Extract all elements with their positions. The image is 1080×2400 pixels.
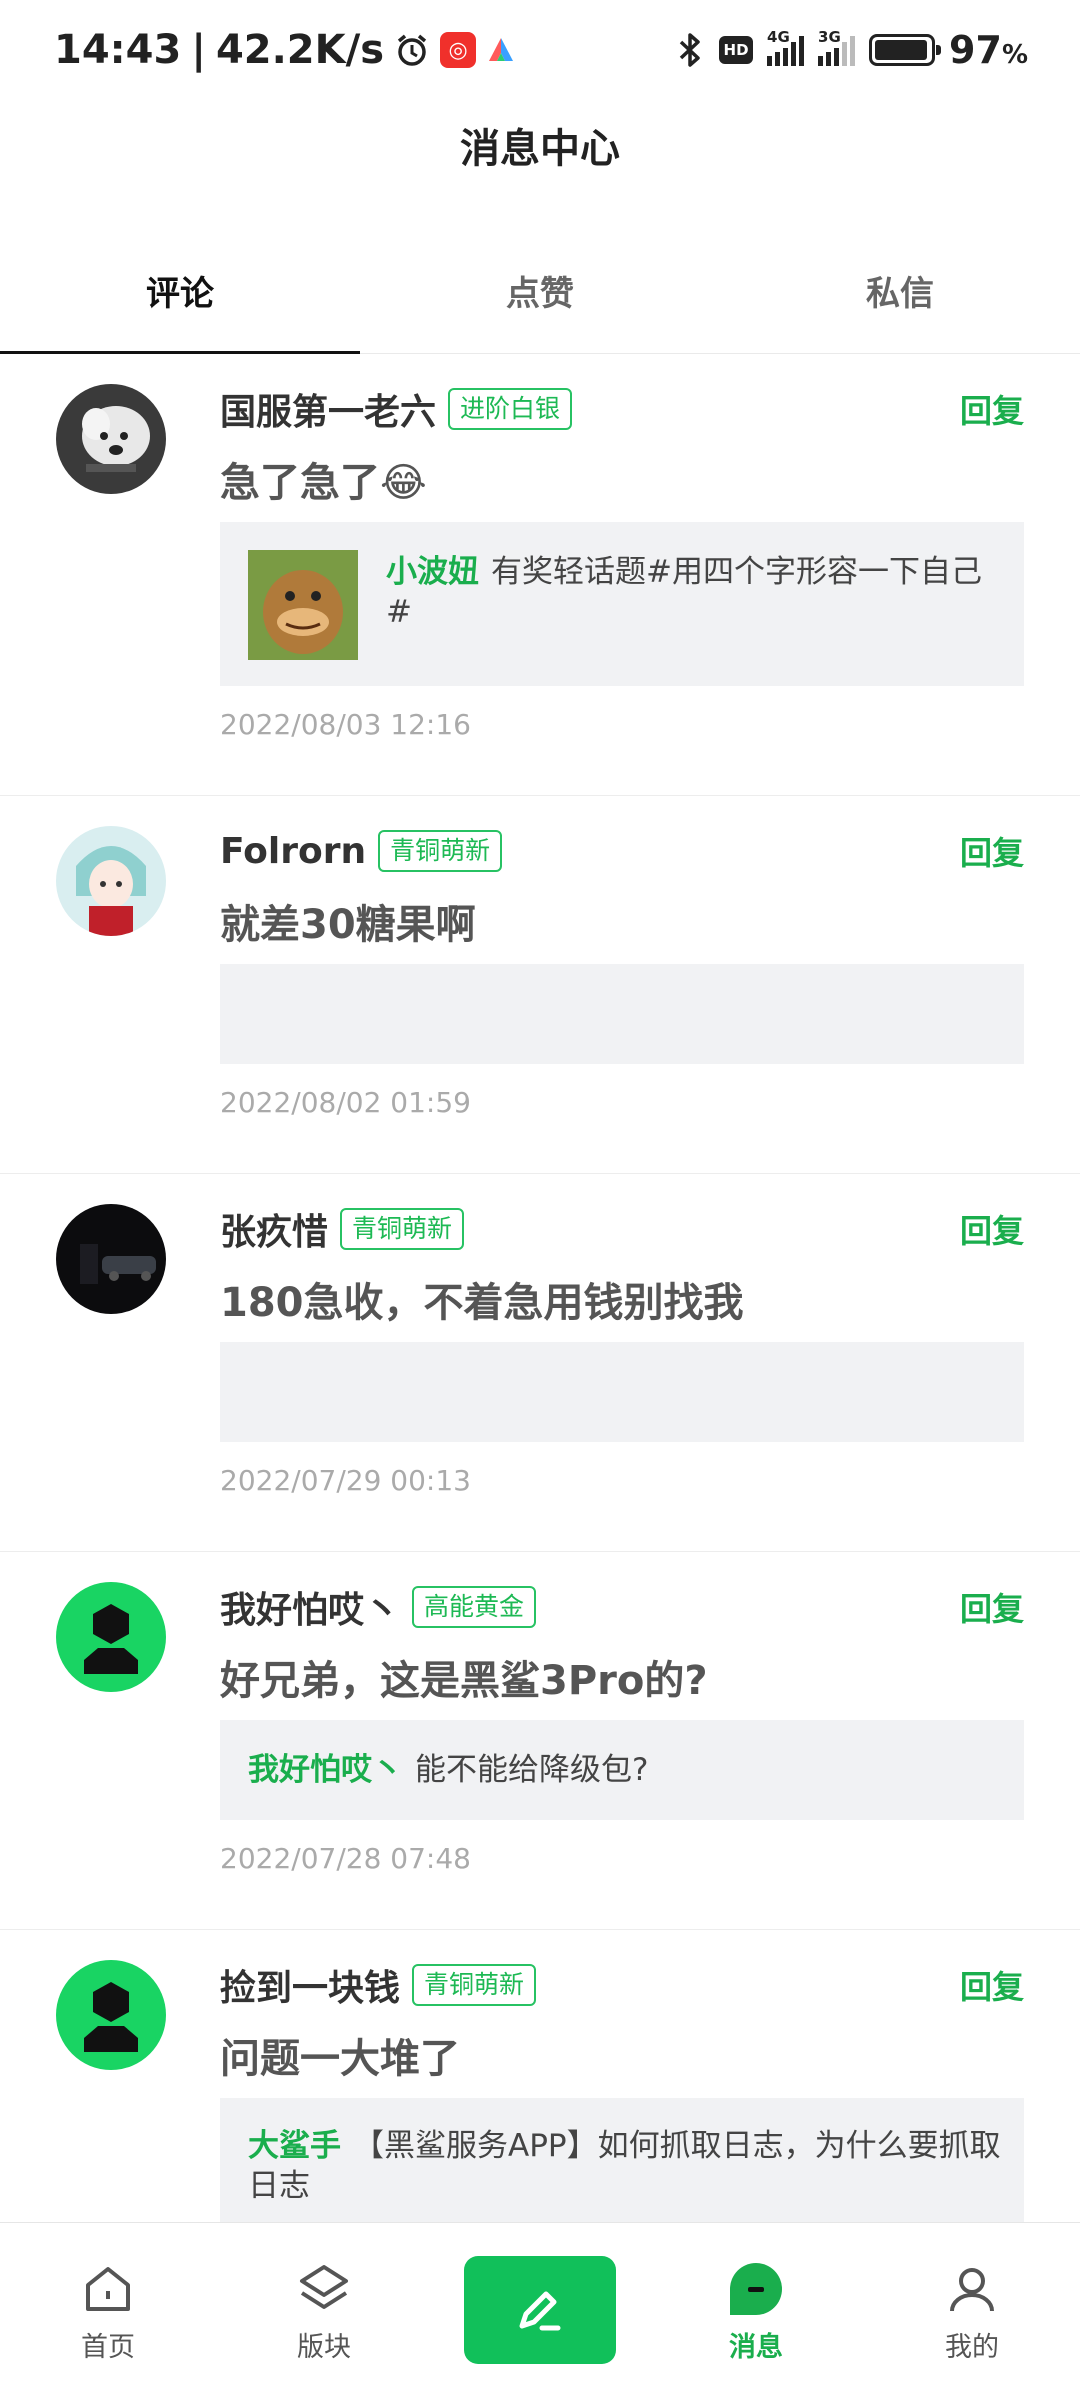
status-separator: |	[191, 27, 206, 73]
bluetooth-icon	[675, 31, 705, 69]
alarm-icon	[394, 32, 430, 68]
level-badge: 青铜萌新	[340, 1208, 465, 1250]
home-icon	[78, 2259, 138, 2319]
comment-content: 好兄弟，这是黑鲨3Pro的?	[220, 1658, 708, 1704]
tab-bar: 评论 点赞 私信	[0, 228, 1080, 354]
tab-comments[interactable]: 评论	[0, 228, 360, 354]
post-thumbnail	[248, 550, 358, 660]
hd-badge: HD	[719, 36, 754, 64]
battery-icon	[869, 34, 942, 66]
quoted-post[interactable]: 小波妞 有奖轻话题#用四个字形容一下自己#	[220, 522, 1024, 686]
list-item[interactable]: 张疚惜 青铜萌新 回复 180急收，不着急用钱别找我 2022/07/29 00…	[0, 1174, 1080, 1552]
tab-private-messages[interactable]: 私信	[720, 228, 1080, 353]
nav-messages-label: 消息	[729, 2332, 783, 2363]
avatar[interactable]	[56, 826, 166, 936]
nav-sections[interactable]: 版块	[216, 2223, 432, 2400]
reply-button[interactable]: 回复	[960, 386, 1024, 432]
compose-icon	[519, 2291, 561, 2330]
comment-content: 就差30糖果啊	[220, 902, 476, 948]
nav-profile[interactable]: 我的	[864, 2223, 1080, 2400]
quote-username[interactable]: 我好怕哎丶	[248, 1752, 403, 1788]
reply-button[interactable]: 回复	[960, 1584, 1024, 1630]
level-badge: 青铜萌新	[378, 830, 503, 872]
username[interactable]: 国服第一老六	[220, 383, 436, 435]
quote-username[interactable]: 大鲨手	[248, 2128, 341, 2164]
level-badge: 进阶白银	[448, 388, 573, 430]
avatar[interactable]	[56, 1582, 166, 1692]
quote-text: 【黑鲨服务APP】如何抓取日志，为什么要抓取日志	[248, 2128, 1001, 2204]
avatar[interactable]	[56, 1204, 166, 1314]
status-net-speed: 42.2K/s	[215, 27, 385, 73]
reply-button[interactable]: 回复	[960, 1206, 1024, 1252]
comment-content: 问题一大堆了	[220, 2036, 460, 2082]
quoted-post[interactable]: 大鲨手 【黑鲨服务APP】如何抓取日志，为什么要抓取日志	[220, 2098, 1024, 2222]
signal-4g-label: 4G	[767, 28, 790, 46]
comment-content: 180急收，不着急用钱别找我	[220, 1280, 744, 1326]
page-title: 消息中心	[460, 126, 620, 172]
timestamp: 2022/07/28 07:48	[220, 1842, 471, 1875]
status-time: 14:43	[54, 27, 182, 73]
battery-percent: 97	[949, 28, 1002, 72]
username[interactable]: 张疚惜	[220, 1203, 328, 1255]
nav-home[interactable]: 首页	[0, 2223, 216, 2400]
header: 消息中心	[0, 100, 1080, 190]
list-item[interactable]: 国服第一老六 进阶白银 回复 急了急了😂 小波妞 有奖轻话题#用四个字形容一下自己…	[0, 354, 1080, 796]
reply-button[interactable]: 回复	[960, 1962, 1024, 2008]
list-item[interactable]: 捡到一块钱 青铜萌新 回复 问题一大堆了 大鲨手 【黑鲨服务APP】如何抓取日志，…	[0, 1930, 1080, 2230]
level-badge: 青铜萌新	[412, 1964, 537, 2006]
tab-likes[interactable]: 点赞	[360, 228, 720, 353]
timestamp: 2022/08/03 12:16	[220, 708, 471, 741]
app-notification-icon	[486, 35, 516, 65]
signal-3g-label: 3G	[818, 28, 841, 46]
list-item[interactable]: 我好怕哎丶 高能黄金 回复 好兄弟，这是黑鲨3Pro的? 我好怕哎丶 能不能给降级…	[0, 1552, 1080, 1930]
signal-3g-icon: 3G	[818, 28, 856, 66]
comment-content: 急了急了😂	[220, 460, 427, 506]
quoted-post[interactable]	[220, 1342, 1024, 1442]
quoted-post[interactable]	[220, 964, 1024, 1064]
quote-username[interactable]: 小波妞	[386, 554, 479, 590]
username[interactable]: 捡到一块钱	[220, 1959, 400, 2011]
signal-4g-icon: 4G	[767, 28, 805, 66]
list-item[interactable]: Folrorn 青铜萌新 回复 就差30糖果啊 2022/08/02 01:59	[0, 796, 1080, 1174]
layers-icon	[294, 2259, 354, 2319]
quote-text: 能不能给降级包?	[415, 1752, 649, 1788]
netease-music-icon: ◎	[440, 32, 477, 68]
level-badge: 高能黄金	[412, 1586, 537, 1628]
nav-sections-label: 版块	[297, 2332, 351, 2363]
timestamp: 2022/08/02 01:59	[220, 1086, 471, 1119]
reply-button[interactable]: 回复	[960, 828, 1024, 874]
avatar[interactable]	[56, 1960, 166, 2070]
timestamp: 2022/07/29 00:13	[220, 1464, 471, 1497]
nav-profile-label: 我的	[945, 2332, 999, 2363]
nav-compose[interactable]	[432, 2223, 648, 2400]
message-icon	[726, 2259, 786, 2319]
quoted-post[interactable]: 我好怕哎丶 能不能给降级包?	[220, 1720, 1024, 1820]
compose-button[interactable]	[464, 2255, 616, 2364]
status-bar: 14:43 | 42.2K/s ◎ HD 4G 3G 97%	[54, 27, 1028, 73]
nav-messages[interactable]: 消息	[648, 2223, 864, 2400]
username[interactable]: Folrorn	[220, 831, 366, 872]
username[interactable]: 我好怕哎丶	[220, 1581, 400, 1633]
avatar[interactable]	[56, 384, 166, 494]
profile-icon	[942, 2259, 1002, 2319]
nav-home-label: 首页	[81, 2332, 135, 2363]
bottom-nav: 首页 版块 消息 我的	[0, 2222, 1080, 2400]
